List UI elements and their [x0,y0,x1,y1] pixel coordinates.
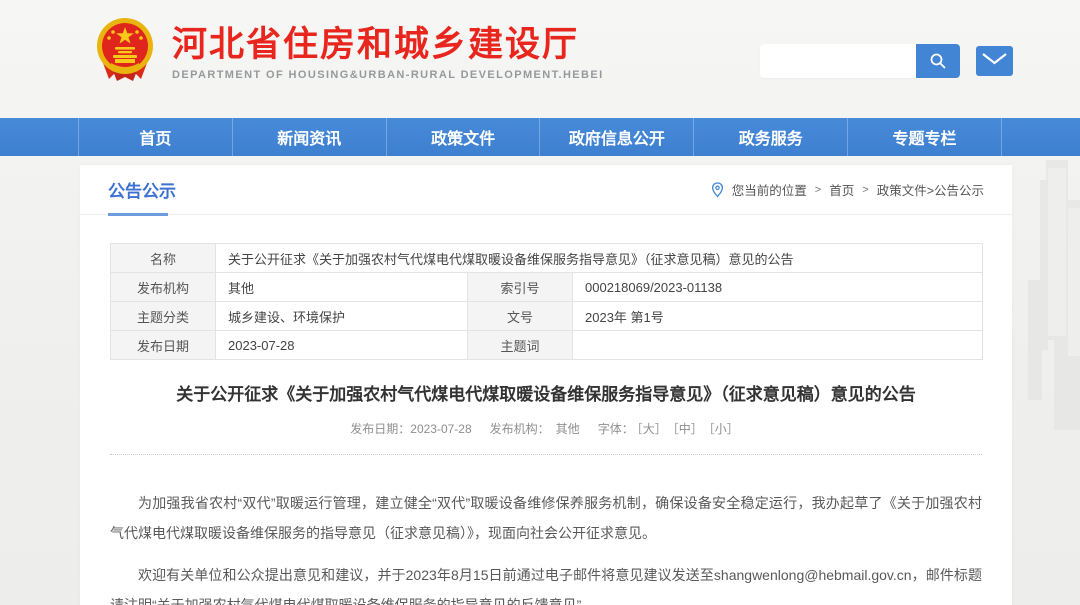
section-title: 公告公示 [108,177,176,202]
site-subtitle: DEPARTMENT OF HOUSING&URBAN-RURAL DEVELO… [172,69,604,81]
location-pin-icon [711,182,724,198]
table-label-publish-date: 发布日期 [111,331,216,360]
table-value-keywords [573,331,983,360]
article-paragraph-1: 为加强我省农村“双代”取暖运行管理，建立健全“双代”取暖设备维修保养服务机制，确… [110,488,982,548]
mail-icon [981,51,1008,71]
site-header: 河北省住房和城乡建设厅 DEPARTMENT OF HOUSING&URBAN-… [0,0,1080,118]
breadcrumb-separator: > [862,184,868,196]
article-paragraph-2: 欢迎有关单位和公众提出意见和建议，并于2023年8月15日前通过电子邮件将意见建… [110,560,982,605]
table-label-keywords: 主题词 [468,331,573,360]
content-panel: 公告公示 您当前的位置 > 首页 > 政策文件>公告公示 名称 [80,165,1012,605]
breadcrumb-location-label: 您当前的位置 [732,180,807,199]
search-area [760,44,1013,78]
table-label-publisher: 发布机构 [111,273,216,302]
dotted-divider [110,454,982,455]
article-title: 关于公开征求《关于加强农村气代煤电代煤取暖设备维保服务指导意见》（征求意见稿）意… [120,383,972,407]
nav-item-gov-services[interactable]: 政务服务 [693,118,847,156]
nav-item-special-topics[interactable]: 专题专栏 [847,118,1002,156]
nav-item-policy-documents[interactable]: 政策文件 [386,118,540,156]
breadcrumb-separator: > [815,184,821,196]
font-size-large-button[interactable]: ［大］ [637,422,667,436]
nav-item-news[interactable]: 新闻资讯 [232,118,386,156]
document-info-table: 名称 关于公开征求《关于加强农村气代煤电代煤取暖设备维保服务指导意见》（征求意见… [110,243,983,360]
section-title-underline [108,213,168,216]
page: 河北省住房和城乡建设厅 DEPARTMENT OF HOUSING&URBAN-… [0,0,1080,605]
nav-item-home[interactable]: 首页 [78,118,232,156]
table-row: 主题分类 城乡建设、环境保护 文号 2023年 第1号 [111,302,983,331]
table-label-index-number: 索引号 [468,273,573,302]
breadcrumb-current-link[interactable]: 政策文件>公告公示 [877,180,984,199]
search-icon [929,52,947,70]
search-input[interactable] [760,44,916,78]
table-row: 发布机构 其他 索引号 000218069/2023-01138 [111,273,983,302]
publish-date-value: 2023-07-28 [410,422,471,436]
table-label-doc-number: 文号 [468,302,573,331]
site-title: 河北省住房和城乡建设厅 [172,24,604,66]
font-size-small-button[interactable]: ［小］ [709,422,739,436]
national-emblem-logo [93,15,157,85]
breadcrumb-home-link[interactable]: 首页 [829,180,854,199]
nav-item-gov-info-disclosure[interactable]: 政府信息公开 [539,118,693,156]
table-value-index-number: 000218069/2023-01138 [573,273,983,302]
main-nav: 首页 新闻资讯 政策文件 政府信息公开 政务服务 专题专栏 [0,118,1080,156]
table-row: 名称 关于公开征求《关于加强农村气代煤电代煤取暖设备维保服务指导意见》（征求意见… [111,244,983,273]
publish-org-value: 其他 [556,422,580,436]
breadcrumb: 您当前的位置 > 首页 > 政策文件>公告公示 [711,180,984,199]
publish-date-label: 发布日期： [350,422,410,436]
font-size-medium-button[interactable]: ［中］ [673,422,703,436]
table-label-topic-category: 主题分类 [111,302,216,331]
site-title-block: 河北省住房和城乡建设厅 DEPARTMENT OF HOUSING&URBAN-… [172,24,604,81]
article-meta: 发布日期：2023-07-28 发布机构： 其他 字体：［大］ ［中］ ［小］ [80,420,1012,437]
table-value-doc-number: 2023年 第1号 [573,302,983,331]
mail-button[interactable] [976,46,1013,76]
table-value-publish-date: 2023-07-28 [216,331,468,360]
table-value-publisher: 其他 [216,273,468,302]
table-row: 发布日期 2023-07-28 主题词 [111,331,983,360]
table-label-name: 名称 [111,244,216,273]
skyline-watermark [1010,160,1080,490]
table-value-topic-category: 城乡建设、环境保护 [216,302,468,331]
panel-header: 公告公示 您当前的位置 > 首页 > 政策文件>公告公示 [80,165,1012,215]
table-value-name: 关于公开征求《关于加强农村气代煤电代煤取暖设备维保服务指导意见》（征求意见稿）意… [216,244,983,273]
font-size-label: 字体： [598,422,634,436]
search-button[interactable] [916,44,960,78]
publish-org-label: 发布机构： [490,422,550,436]
